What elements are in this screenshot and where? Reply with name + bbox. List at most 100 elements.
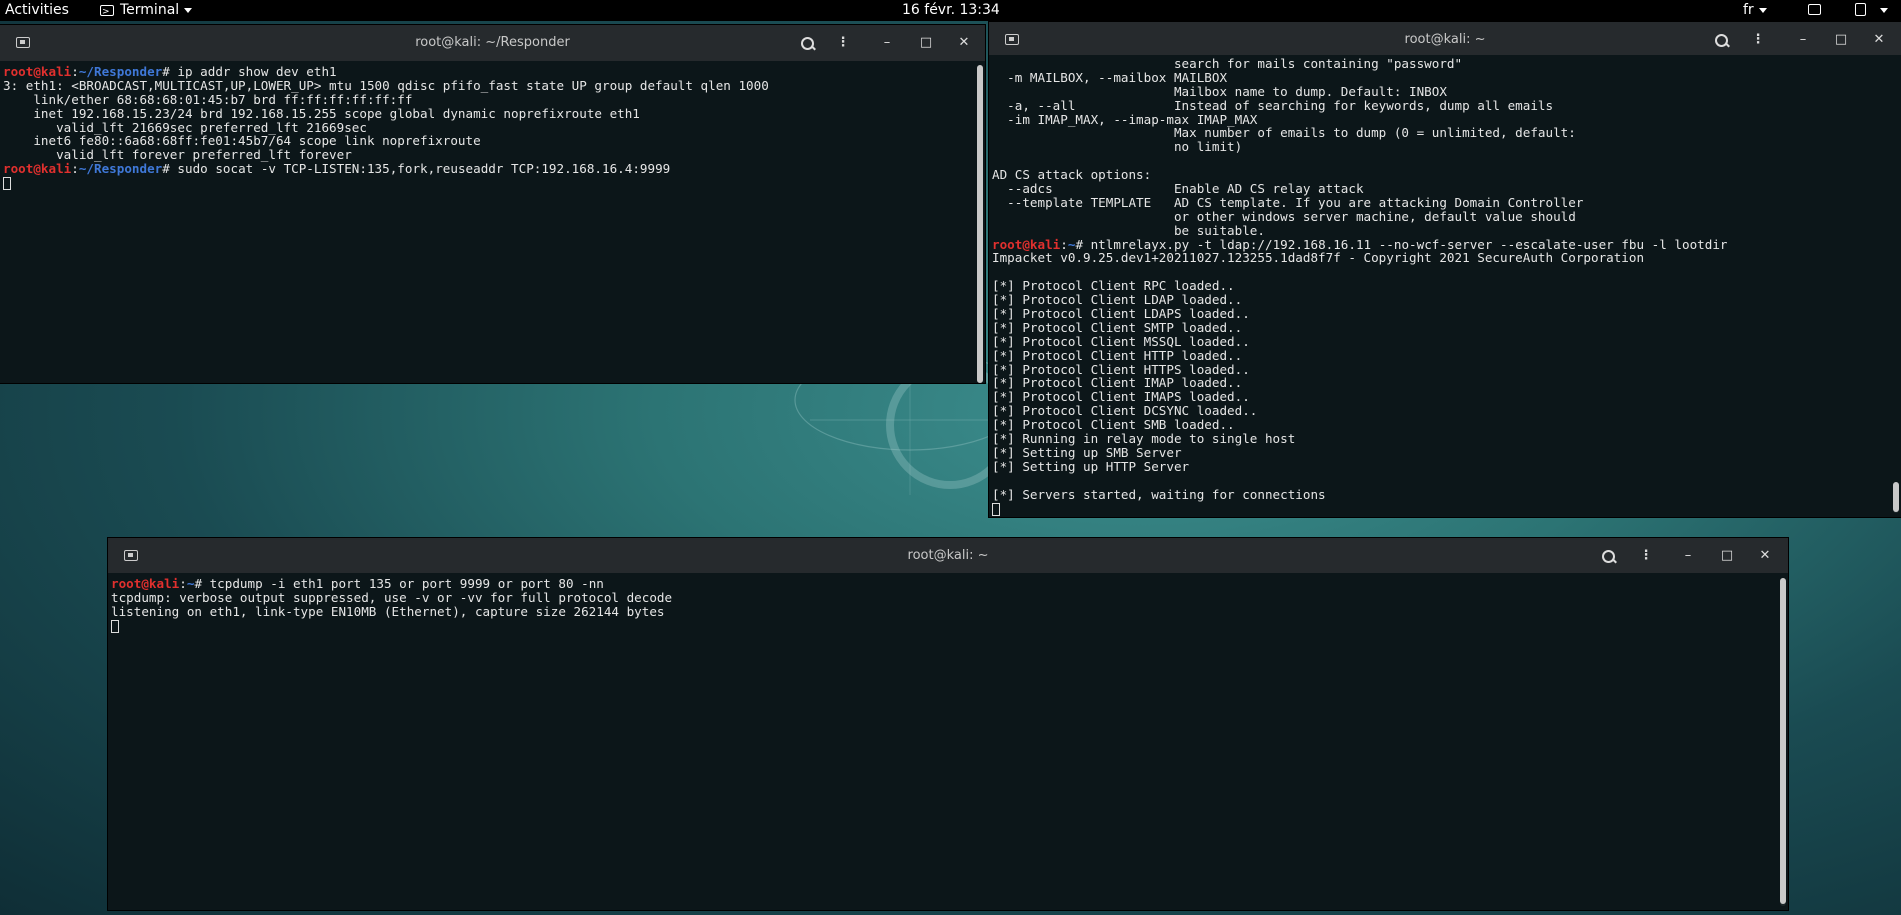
close-button[interactable]: ✕: [949, 25, 979, 61]
output-line: Max number of emails to dump (0 = unlimi…: [992, 125, 1576, 141]
minimize-icon: –: [883, 35, 891, 50]
output-line: valid_lft 21669sec preferred_lft 21669se…: [3, 119, 367, 135]
scrollbar-thumb[interactable]: [1893, 482, 1899, 512]
close-icon: ✕: [1759, 548, 1771, 563]
output-line: -a, --all Instead of searching for keywo…: [992, 97, 1554, 113]
menu-button[interactable]: ⋮: [1743, 22, 1773, 58]
chevron-down-icon: [184, 7, 193, 13]
prompt-user: root@kali: [3, 161, 72, 177]
terminal-output[interactable]: search for mails containing "password" -…: [989, 55, 1901, 517]
text-cursor: [111, 619, 119, 633]
command-text: # ntlmrelayx.py -t ldap://192.168.16.11 …: [1075, 236, 1728, 252]
output-line: [*] Protocol Client MSSQL loaded..: [992, 333, 1250, 349]
menu-button[interactable]: ⋮: [1631, 538, 1661, 574]
output-line: [*] Protocol Client LDAP loaded..: [992, 292, 1243, 308]
terminal-output[interactable]: root@kali:~/Responder# ip addr show dev …: [0, 61, 985, 383]
output-line: 3: eth1: <BROADCAST,MULTICAST,UP,LOWER_U…: [3, 77, 769, 93]
search-button[interactable]: [792, 25, 822, 61]
new-tab-icon: [124, 550, 138, 561]
output-line: link/ether 68:68:68:01:45:b7 brd ff:ff:f…: [3, 91, 413, 107]
language-selector[interactable]: fr: [1743, 0, 1767, 21]
output-line: [*] Protocol Client HTTP loaded..: [992, 347, 1243, 363]
minimize-icon: –: [1799, 32, 1807, 47]
output-line: [*] Protocol Client SMTP loaded..: [992, 319, 1243, 335]
screen-icon[interactable]: [1808, 4, 1821, 15]
new-tab-button[interactable]: [114, 538, 144, 574]
prompt-separator: :: [179, 576, 187, 591]
window-titlebar[interactable]: root@kali: ~/Responder ⋮ – □ ✕: [0, 25, 985, 61]
output-line: inet 192.168.15.23/24 brd 192.168.15.255…: [3, 105, 640, 121]
new-tab-button[interactable]: [6, 25, 36, 61]
chevron-down-icon[interactable]: [1880, 8, 1888, 13]
menu-button[interactable]: ⋮: [828, 25, 858, 61]
terminal-window-responder[interactable]: root@kali: ~/Responder ⋮ – □ ✕ root@kali…: [0, 25, 985, 383]
scrollbar[interactable]: [1780, 578, 1786, 906]
minimize-button[interactable]: –: [872, 25, 902, 61]
close-button[interactable]: ✕: [1750, 538, 1780, 574]
kebab-menu-icon: ⋮: [1751, 32, 1765, 47]
minimize-button[interactable]: –: [1788, 22, 1818, 58]
new-tab-icon: [1005, 34, 1019, 45]
kebab-menu-icon: ⋮: [836, 35, 850, 50]
output-line: [*] Protocol Client IMAPS loaded..: [992, 389, 1250, 405]
output-line: listening on eth1, link-type EN10MB (Eth…: [111, 603, 665, 619]
prompt-separator: :: [71, 64, 79, 79]
output-line: --template TEMPLATE AD CS template. If y…: [992, 194, 1584, 210]
maximize-icon: □: [1720, 548, 1734, 563]
search-icon: [801, 37, 814, 50]
scrollbar-thumb[interactable]: [1780, 578, 1786, 904]
minimize-icon: –: [1684, 548, 1692, 563]
window-titlebar[interactable]: root@kali: ~ ⋮ – □ ✕: [989, 22, 1901, 58]
prompt-path: ~/Responder: [78, 161, 163, 177]
output-line: search for mails containing "password": [992, 56, 1463, 71]
scrollbar-thumb[interactable]: [977, 65, 983, 383]
command-text: # ip addr show dev eth1: [162, 64, 337, 79]
maximize-button[interactable]: □: [1826, 22, 1856, 58]
new-tab-icon: [16, 37, 30, 48]
search-button[interactable]: [1593, 538, 1623, 574]
prompt-user: root@kali: [111, 576, 180, 591]
new-tab-button[interactable]: [995, 22, 1025, 58]
prompt-user: root@kali: [3, 64, 72, 79]
output-line: [*] Setting up HTTP Server: [992, 458, 1190, 474]
output-line: no limit): [992, 139, 1243, 155]
terminal-window-ntlmrelayx[interactable]: root@kali: ~ ⋮ – □ ✕ search for mails co…: [989, 22, 1901, 517]
maximize-icon: □: [919, 35, 933, 50]
prompt-separator: :: [1060, 236, 1068, 252]
output-line: [*] Protocol Client LDAPS loaded..: [992, 306, 1250, 322]
activities-button[interactable]: Activities: [5, 0, 69, 21]
terminal-output[interactable]: root@kali:~# tcpdump -i eth1 port 135 or…: [108, 573, 1788, 910]
language-label: fr: [1743, 2, 1754, 18]
close-button[interactable]: ✕: [1864, 22, 1894, 58]
cursor-line: [992, 502, 1901, 516]
search-button[interactable]: [1706, 22, 1736, 58]
output-line: or other windows server machine, default…: [992, 208, 1576, 224]
prompt-path: ~/Responder: [78, 64, 163, 79]
maximize-button[interactable]: □: [911, 25, 941, 61]
output-line: [*] Running in relay mode to single host: [992, 431, 1296, 447]
window-titlebar[interactable]: root@kali: ~ ⋮ – □ ✕: [108, 538, 1788, 573]
output-line: inet6 fe80::6a68:68ff:fe01:45b7/64 scope…: [3, 133, 481, 149]
scrollbar[interactable]: [977, 65, 983, 383]
terminal-icon: [100, 2, 114, 23]
prompt-line: root@kali:~/Responder# sudo socat -v TCP…: [3, 162, 985, 176]
output-line: -m MAILBOX, --mailbox MAILBOX: [992, 69, 1228, 85]
terminal-window-tcpdump[interactable]: root@kali: ~ ⋮ – □ ✕ root@kali:~# tcpdum…: [108, 538, 1788, 910]
maximize-icon: □: [1834, 32, 1848, 47]
app-menu-button[interactable]: Terminal: [100, 0, 193, 23]
scrollbar[interactable]: [1893, 482, 1899, 513]
output-line: [*] Setting up SMB Server: [992, 444, 1182, 460]
minimize-button[interactable]: –: [1673, 538, 1703, 574]
power-icon[interactable]: [1855, 3, 1866, 16]
output-line: be suitable.: [992, 222, 1265, 238]
app-menu-label: Terminal: [120, 2, 180, 18]
output-line: [*] Protocol Client DCSYNC loaded..: [992, 403, 1258, 419]
maximize-button[interactable]: □: [1712, 538, 1742, 574]
output-line: [*] Protocol Client RPC loaded..: [992, 278, 1235, 294]
output-line: Impacket v0.9.25.dev1+20211027.123255.1d…: [992, 250, 1645, 266]
clock[interactable]: 16 févr. 13:34: [902, 0, 1000, 21]
prompt-line: root@kali:~# tcpdump -i eth1 port 135 or…: [111, 577, 1788, 591]
output-line: Mailbox name to dump. Default: INBOX: [992, 83, 1447, 99]
